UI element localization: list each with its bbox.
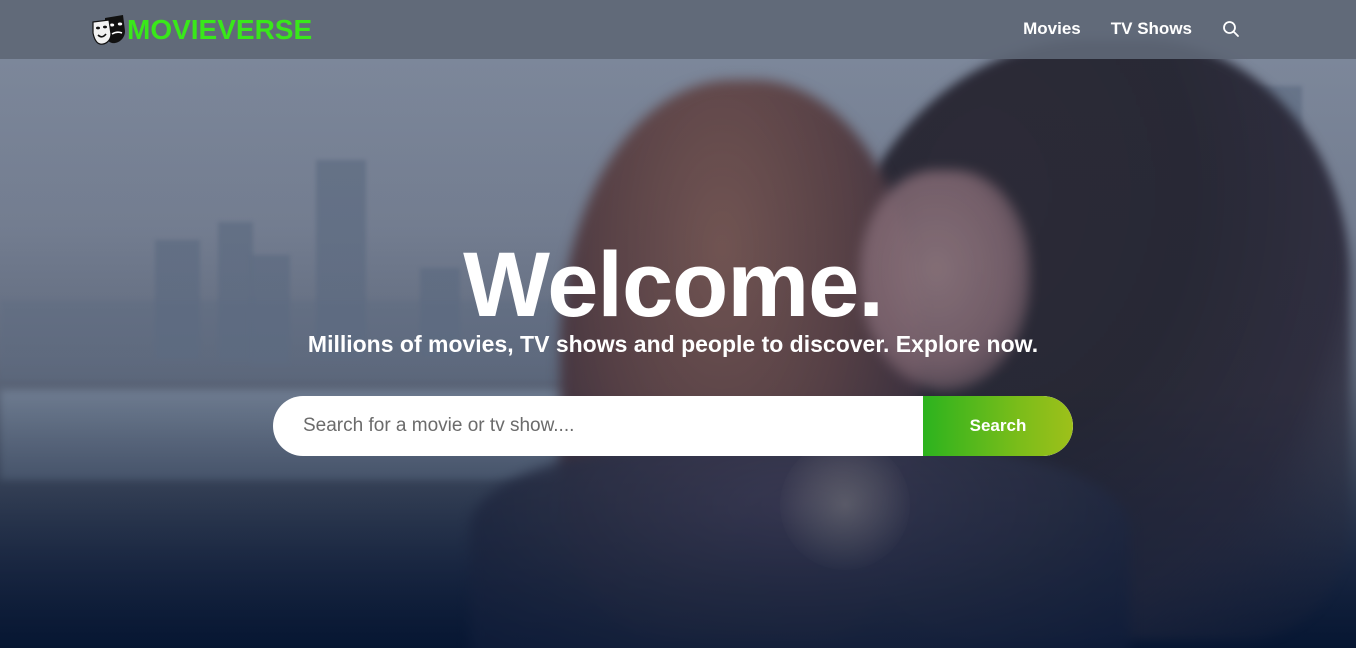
theater-masks-icon [92, 15, 125, 45]
search-input[interactable] [273, 396, 923, 456]
search-button[interactable]: Search [923, 396, 1073, 456]
top-navbar: MOVIEVERSE Movies TV Shows [0, 0, 1356, 59]
logo-text: MOVIEVERSE [127, 14, 313, 45]
hero-search-bar: Search [273, 396, 1073, 456]
nav-tv-shows-link[interactable]: TV Shows [1111, 18, 1192, 40]
search-icon[interactable] [1222, 20, 1240, 38]
main-nav: Movies TV Shows [993, 18, 1240, 40]
page: MOVIEVERSE Movies TV Shows Welcome. Mill… [0, 0, 1356, 648]
hero-title: Welcome. [463, 234, 884, 336]
hero-subtitle: Millions of movies, TV shows and people … [307, 331, 1039, 357]
logo[interactable]: MOVIEVERSE [92, 13, 312, 47]
nav-movies-link[interactable]: Movies [1023, 18, 1081, 40]
